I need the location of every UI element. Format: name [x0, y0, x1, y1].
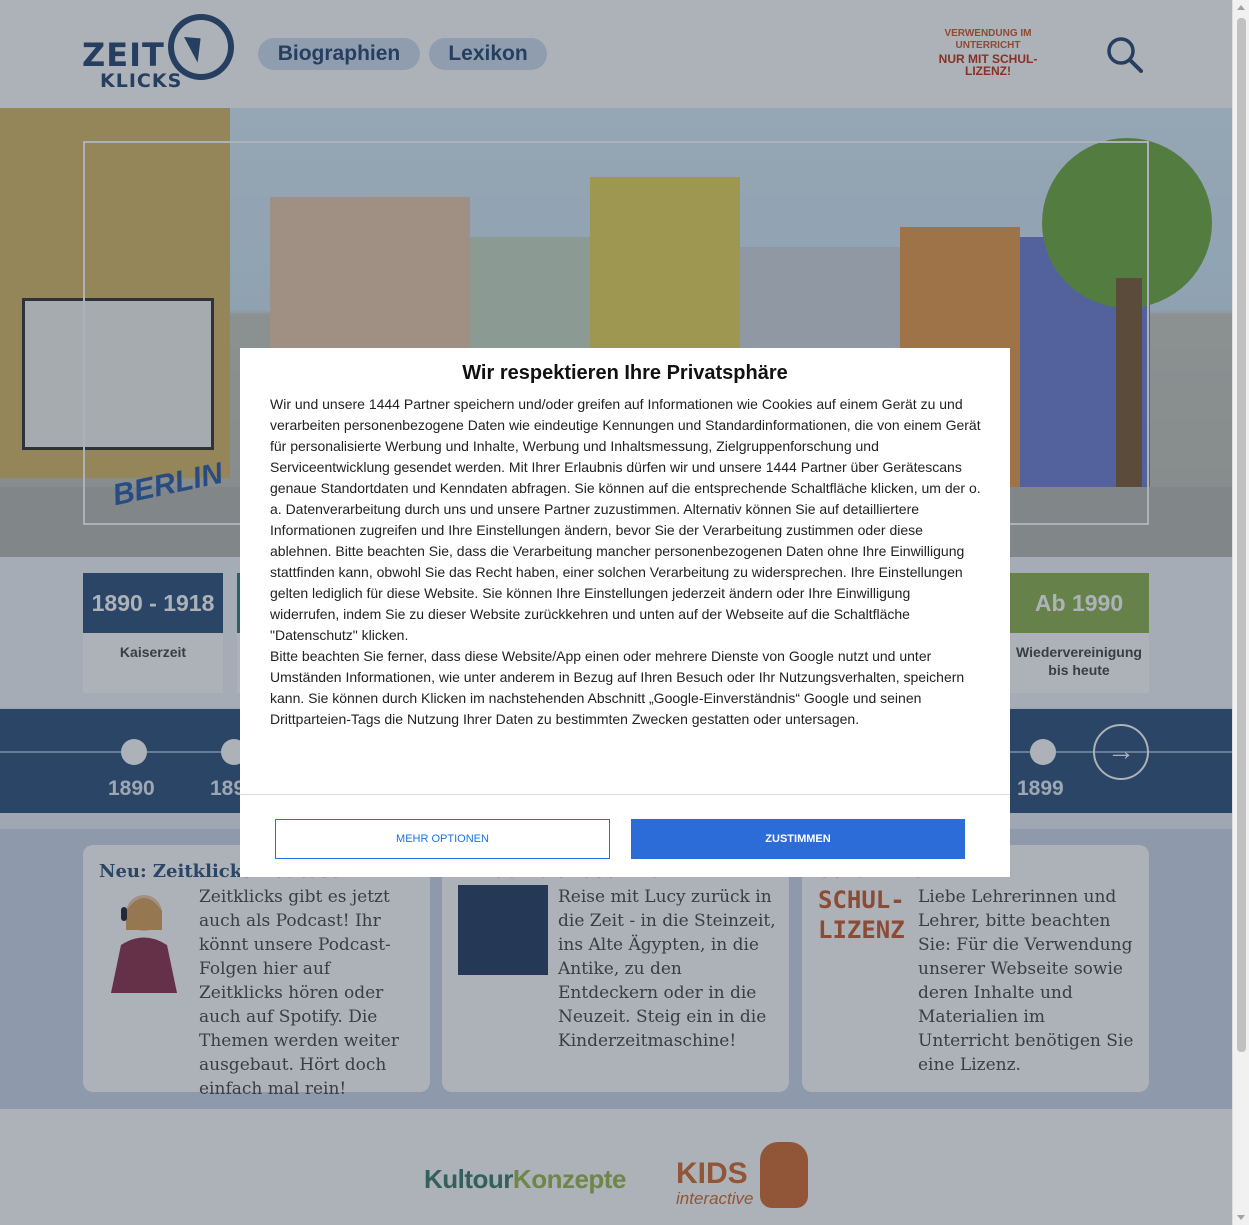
scroll-down-icon[interactable] — [1237, 1215, 1245, 1220]
consent-title: Wir respektieren Ihre Privatsphäre — [462, 362, 788, 384]
more-options-button[interactable]: MEHR OPTIONEN — [275, 819, 610, 859]
scroll-up-icon[interactable] — [1237, 5, 1245, 10]
consent-divider — [240, 794, 1010, 795]
consent-body: Wir und unsere 1444 Partner speichern un… — [270, 394, 982, 730]
consent-dialog: Wir respektieren Ihre Privatsphäre Wir u… — [240, 348, 1010, 877]
consent-paragraph: Wir und unsere 1444 Partner speichern un… — [270, 396, 981, 643]
consent-paragraph: Bitte beachten Sie ferner, dass diese We… — [270, 648, 965, 727]
scrollbar[interactable] — [1232, 0, 1249, 1225]
agree-button[interactable]: ZUSTIMMEN — [631, 819, 965, 859]
scrollbar-thumb[interactable] — [1237, 18, 1246, 1052]
